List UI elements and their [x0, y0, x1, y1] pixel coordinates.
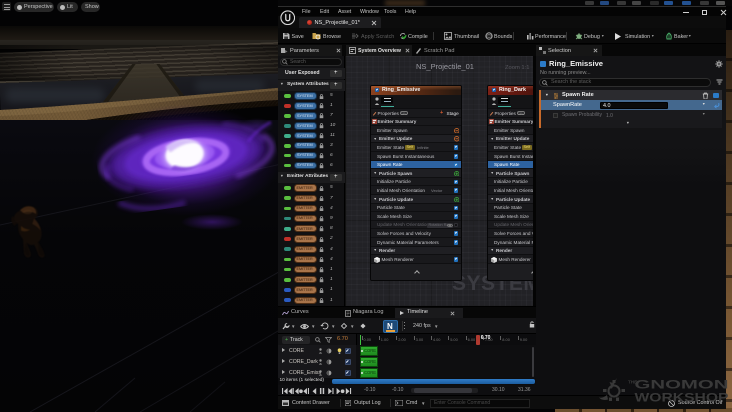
svg-text:GNOMON: GNOMON — [635, 378, 729, 392]
svg-text:WORKSHOP: WORKSHOP — [635, 391, 729, 405]
